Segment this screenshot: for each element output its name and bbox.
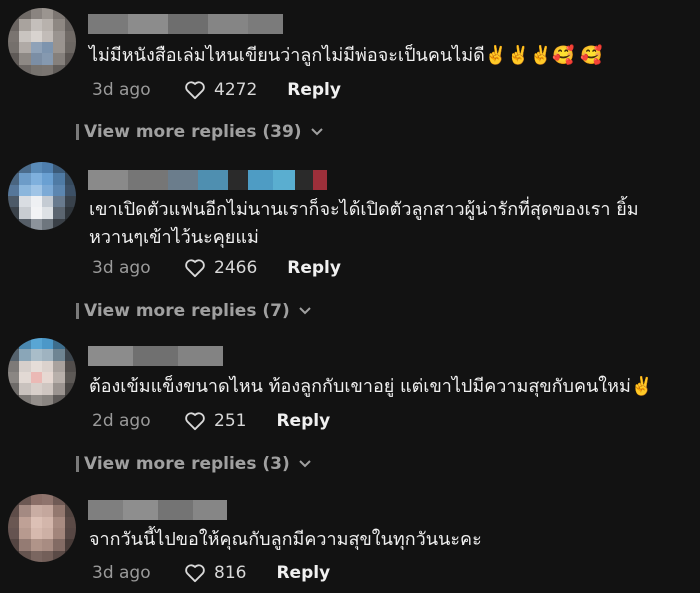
heart-icon	[185, 412, 205, 431]
avatar[interactable]	[8, 162, 76, 230]
view-more-replies[interactable]: View more replies (7)	[76, 299, 312, 323]
reply-button[interactable]: Reply	[287, 258, 341, 278]
comment-text: ไม่มีหนังสือเล่มไหนเขียนว่าลูกไม่มีพ่อจะ…	[89, 45, 603, 66]
comment-meta: 2d ago 251 Reply	[92, 409, 330, 433]
comment-time: 2d ago	[92, 411, 151, 431]
reply-button[interactable]: Reply	[287, 80, 341, 100]
like-count: 816	[214, 563, 247, 583]
thread-line	[76, 303, 79, 319]
comment-text: จากวันนี้ไปขอให้คุณกับลูกมีความสุขในทุกว…	[89, 529, 482, 550]
view-more-label: View more replies (7)	[84, 301, 290, 321]
avatar[interactable]	[8, 338, 76, 406]
comment-time: 3d ago	[92, 258, 151, 278]
reply-button[interactable]: Reply	[276, 563, 330, 583]
comment-time: 3d ago	[92, 80, 151, 100]
username-redacted[interactable]	[88, 346, 223, 366]
username-redacted[interactable]	[88, 170, 327, 190]
comment-time: 3d ago	[92, 563, 151, 583]
heart-icon	[185, 564, 205, 583]
comment-meta: 3d ago 4272 Reply	[92, 78, 341, 102]
username-redacted[interactable]	[88, 14, 283, 34]
thread-line	[76, 456, 79, 472]
username-redacted[interactable]	[88, 500, 227, 520]
view-more-label: View more replies (39)	[84, 122, 302, 142]
avatar[interactable]	[8, 8, 76, 76]
comment-meta: 3d ago 2466 Reply	[92, 256, 341, 280]
chevron-down-icon	[299, 307, 311, 315]
view-more-replies[interactable]: View more replies (3)	[76, 452, 312, 476]
like-count: 2466	[214, 258, 258, 278]
thread-line	[76, 124, 79, 140]
comment-meta: 3d ago 816 Reply	[92, 561, 330, 585]
like-button[interactable]: 816	[184, 563, 246, 583]
heart-icon	[185, 259, 205, 278]
like-button[interactable]: 2466	[184, 258, 257, 278]
avatar[interactable]	[8, 494, 76, 562]
chevron-down-icon	[299, 460, 311, 468]
like-button[interactable]: 4272	[184, 80, 257, 100]
like-count: 251	[214, 411, 247, 431]
like-count: 4272	[214, 80, 258, 100]
heart-icon	[185, 81, 205, 100]
like-button[interactable]: 251	[184, 411, 246, 431]
comment-text: เขาเปิดตัวแฟนอีกไม่นานเราก็จะได้เปิดตัวล…	[89, 199, 639, 248]
chevron-down-icon	[310, 128, 323, 136]
comment-text: ต้องเข้มแข็งขนาดไหน ท้องลูกกับเขาอยู่ แต…	[89, 376, 654, 397]
view-more-label: View more replies (3)	[84, 454, 290, 474]
view-more-replies[interactable]: View more replies (39)	[76, 120, 324, 144]
reply-button[interactable]: Reply	[276, 411, 330, 431]
